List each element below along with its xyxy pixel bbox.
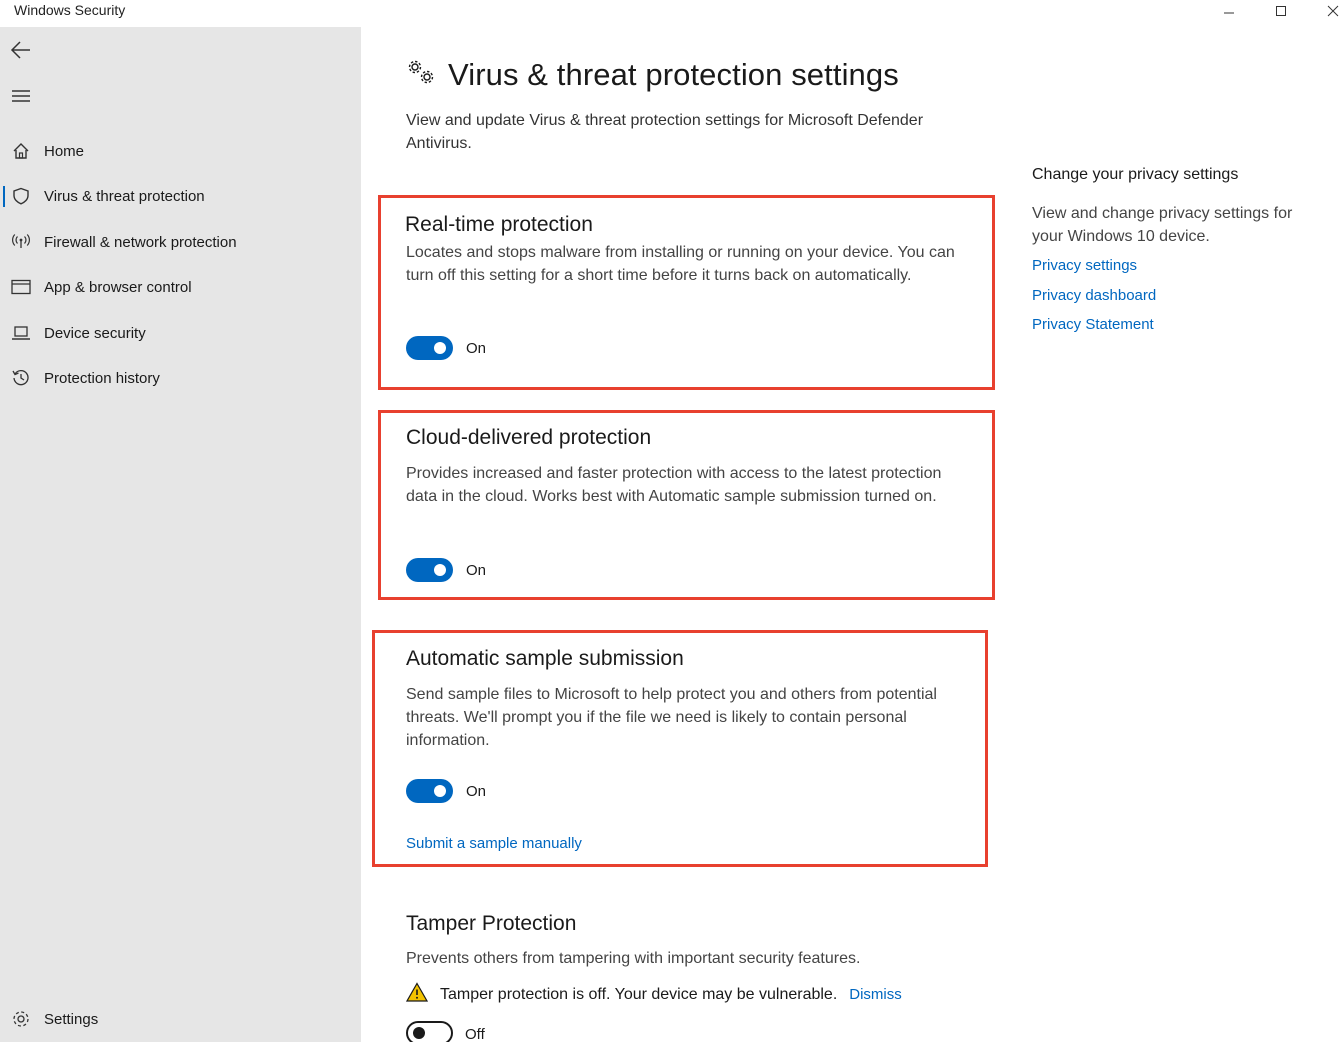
cloud-toggle-label: On (466, 562, 487, 579)
realtime-toggle-label: On (466, 340, 487, 357)
shield-icon (11, 186, 31, 206)
title-bar: Windows Security (0, 0, 1344, 22)
tamper-protection-description: Prevents others from tampering with impo… (406, 950, 861, 967)
submit-sample-link[interactable]: Submit a sample manually (406, 835, 582, 852)
sidebar-item-virus-threat-protection[interactable]: Virus & threat protection (0, 178, 361, 214)
close-icon (1327, 5, 1339, 17)
tamper-toggle-label: Off (465, 1026, 485, 1042)
toggle-knob (434, 785, 446, 797)
sidebar-item-label: Protection history (44, 369, 160, 387)
sidebar-item-label: Virus & threat protection (44, 187, 205, 205)
page-description: View and update Virus & threat protectio… (406, 112, 924, 152)
home-icon (11, 141, 31, 161)
sidebar-item-settings[interactable]: Settings (0, 1001, 361, 1037)
sidebar-item-app-browser-control[interactable]: App & browser control (0, 269, 361, 305)
page-header: Virus & threat protection settings (406, 57, 899, 93)
tamper-warning-text: Tamper protection is off. Your device ma… (440, 985, 838, 1003)
gears-icon (406, 59, 436, 92)
tamper-protection-toggle[interactable] (406, 1021, 453, 1042)
tamper-warning: Tamper protection is off. Your device ma… (405, 982, 902, 1007)
sample-submission-description: Send sample files to Microsoft to help p… (406, 686, 937, 749)
toggle-knob (434, 564, 446, 576)
sidebar: Home Virus & threat protection Firewall … (0, 27, 361, 1042)
sample-submission-toggle[interactable] (406, 779, 453, 803)
cloud-protection-title: Cloud-delivered protection (406, 426, 652, 449)
hamburger-icon (12, 90, 30, 102)
toggle-knob (413, 1027, 425, 1039)
laptop-icon (11, 323, 31, 343)
sidebar-item-label: App & browser control (44, 278, 192, 296)
cloud-protection-section: Cloud-delivered protection Provides incr… (378, 410, 995, 600)
tamper-protection-title: Tamper Protection (406, 912, 577, 935)
realtime-protection-description: Locates and stops malware from installin… (406, 244, 955, 284)
realtime-protection-title: Real-time protection (405, 213, 593, 236)
cloud-protection-toggle[interactable] (406, 558, 453, 582)
back-arrow-icon (10, 41, 30, 59)
privacy-pane-title: Change your privacy settings (1032, 166, 1239, 183)
back-button[interactable] (10, 39, 32, 61)
minimize-icon (1224, 12, 1234, 14)
sidebar-item-label: Home (44, 142, 85, 160)
realtime-protection-toggle[interactable] (406, 336, 453, 360)
sidebar-item-label: Firewall & network protection (44, 233, 237, 251)
dismiss-link[interactable]: Dismiss (849, 986, 902, 1003)
page-title: Virus & threat protection settings (448, 57, 899, 92)
close-button[interactable] (1310, 0, 1344, 22)
privacy-dashboard-link[interactable]: Privacy dashboard (1032, 287, 1156, 304)
maximize-button[interactable] (1258, 0, 1304, 22)
privacy-statement-link[interactable]: Privacy Statement (1032, 316, 1154, 333)
maximize-icon (1276, 6, 1286, 16)
warning-icon (405, 982, 429, 1007)
sidebar-item-device-security[interactable]: Device security (0, 315, 361, 351)
sample-submission-section: Automatic sample submission Send sample … (372, 630, 988, 867)
sample-toggle-label: On (466, 783, 487, 800)
sidebar-item-firewall[interactable]: Firewall & network protection (0, 224, 361, 260)
sidebar-item-label: Device security (44, 324, 146, 342)
sidebar-item-home[interactable]: Home (0, 133, 361, 169)
sample-submission-title: Automatic sample submission (406, 647, 684, 670)
cloud-protection-description: Provides increased and faster protection… (406, 465, 942, 505)
window-title: Windows Security (14, 2, 126, 18)
history-icon (11, 368, 31, 388)
browser-window-icon (11, 277, 31, 297)
sidebar-item-protection-history[interactable]: Protection history (0, 360, 361, 396)
privacy-settings-link[interactable]: Privacy settings (1032, 257, 1137, 274)
toggle-knob (434, 342, 446, 354)
gear-icon (11, 1009, 31, 1029)
privacy-pane-description: View and change privacy settings for you… (1032, 205, 1293, 245)
sidebar-item-label: Settings (44, 1010, 99, 1028)
minimize-button[interactable] (1206, 0, 1252, 22)
realtime-protection-section: Real-time protection Locates and stops m… (378, 195, 995, 390)
hamburger-menu-button[interactable] (10, 85, 32, 107)
antenna-icon (11, 232, 31, 252)
